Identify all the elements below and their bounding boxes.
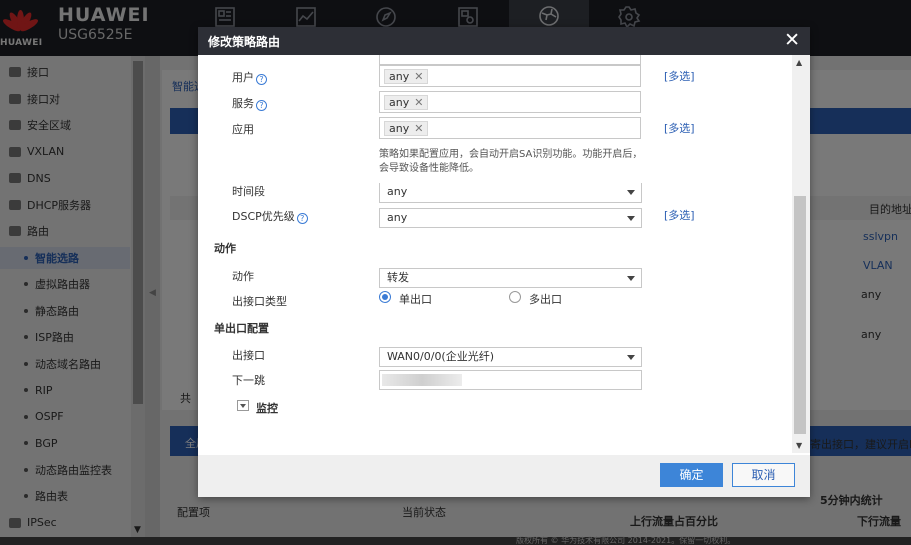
service-tag: any ✕ — [384, 95, 429, 110]
action-section-title: 动作 — [214, 242, 236, 255]
help-icon[interactable]: ? — [256, 100, 267, 111]
dialog-header: 修改策略路由 ✕ — [198, 27, 810, 55]
user-multiselect-link[interactable]: [多选] — [664, 68, 695, 84]
modify-policy-route-dialog: 修改策略路由 ✕ 用户? any ✕ [多选] 服务? any ✕ 应用 any ✕ … — [198, 27, 810, 497]
user-tag: any ✕ — [384, 69, 429, 84]
app-multiselect-link[interactable]: [多选] — [664, 120, 695, 136]
user-label: 用户? — [232, 69, 267, 85]
remove-tag-icon[interactable]: ✕ — [414, 122, 423, 135]
action-label: 动作 — [232, 270, 254, 283]
dropdown-caret-icon — [627, 355, 635, 360]
app-input[interactable]: any ✕ — [379, 117, 641, 139]
app-hint: 策略如果配置应用，会自动开启SA识别功能。功能开启后，会导致设备性能降低。 — [379, 149, 643, 174]
multi-out-radio[interactable] — [509, 291, 521, 303]
out-iface-select[interactable]: WAN0/0/0(企业光纤) — [379, 347, 642, 367]
dialog-footer: 确定 取消 — [198, 455, 810, 497]
app-label: 应用 — [232, 123, 254, 136]
help-icon[interactable]: ? — [256, 74, 267, 85]
out-iface-label: 出接口 — [232, 349, 265, 362]
action-select[interactable]: 转发 — [379, 268, 642, 288]
dropdown-caret-icon — [627, 190, 635, 195]
dscp-multiselect-link[interactable]: [多选] — [664, 207, 695, 223]
dropdown-caret-icon — [627, 276, 635, 281]
cancel-button[interactable]: 取消 — [732, 463, 795, 487]
remove-tag-icon[interactable]: ✕ — [414, 70, 423, 83]
monitor-section-title[interactable]: 监控 — [256, 400, 278, 416]
out-iface-type-label: 出接口类型 — [232, 295, 287, 308]
scroll-up-icon[interactable]: ▲ — [796, 58, 802, 67]
app-tag: any ✕ — [384, 121, 429, 136]
dscp-label: DSCP优先级? — [232, 208, 308, 224]
remove-tag-icon[interactable]: ✕ — [414, 96, 423, 109]
single-out-section-title: 单出口配置 — [214, 322, 269, 335]
multi-out-label[interactable]: 多出口 — [529, 291, 562, 307]
single-out-label[interactable]: 单出口 — [399, 291, 432, 307]
time-range-select[interactable]: any — [379, 183, 642, 203]
dscp-select[interactable]: any — [379, 208, 642, 228]
dialog-scrollbar[interactable]: ▲ ▼ — [792, 55, 810, 453]
close-icon[interactable]: ✕ — [784, 29, 800, 51]
dialog-scroll-thumb[interactable] — [794, 196, 806, 434]
user-input[interactable]: any ✕ — [379, 65, 641, 87]
scroll-down-icon[interactable]: ▼ — [796, 441, 802, 450]
service-label: 服务? — [232, 95, 267, 111]
ok-button[interactable]: 确定 — [660, 463, 723, 487]
single-out-radio[interactable] — [379, 291, 391, 303]
dialog-title: 修改策略路由 — [208, 35, 281, 49]
next-hop-label: 下一跳 — [232, 374, 265, 387]
redacted-area — [382, 374, 462, 386]
help-icon[interactable]: ? — [296, 213, 308, 224]
expand-monitor-icon[interactable] — [237, 400, 249, 411]
time-range-label: 时间段 — [232, 185, 265, 198]
dialog-body: 用户? any ✕ [多选] 服务? any ✕ 应用 any ✕ [多选] 策略如果… — [198, 55, 792, 455]
service-input[interactable]: any ✕ — [379, 91, 641, 113]
dropdown-caret-icon — [627, 216, 635, 221]
source-field-partial[interactable] — [379, 55, 641, 65]
